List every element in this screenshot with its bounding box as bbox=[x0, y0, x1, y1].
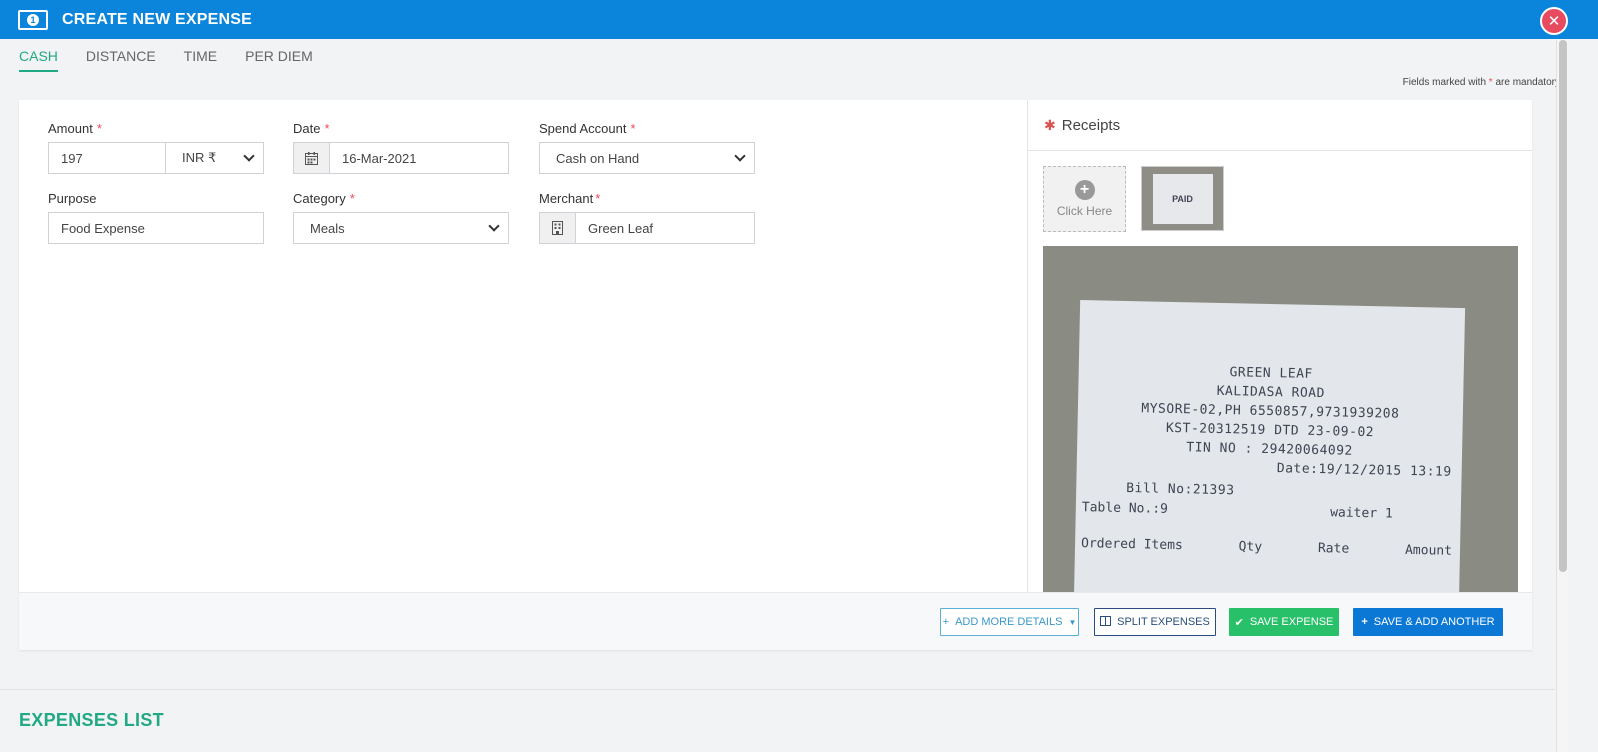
section-divider bbox=[0, 689, 1555, 690]
receipt-thumbnail[interactable]: PAID bbox=[1141, 166, 1224, 231]
mandatory-note: Fields marked with * are mandatory. bbox=[1402, 77, 1562, 88]
upload-receipt-button[interactable]: + Click Here bbox=[1043, 166, 1126, 232]
save-expense-button[interactable]: ✔ SAVE EXPENSE bbox=[1229, 608, 1339, 636]
tab-distance[interactable]: DISTANCE bbox=[86, 48, 156, 72]
tab-time[interactable]: TIME bbox=[184, 48, 217, 72]
chevron-down-icon bbox=[243, 150, 255, 162]
merchant-field: Merchant * Green Leaf bbox=[539, 191, 755, 244]
category-select[interactable]: Meals bbox=[293, 212, 509, 244]
receipts-panel: ✱ Receipts + Click Here PAID GREEN LEAF … bbox=[1027, 100, 1532, 592]
spend-account-select[interactable]: Cash on Hand bbox=[539, 142, 755, 174]
expenses-list-title: EXPENSES LIST bbox=[19, 710, 164, 730]
merchant-input[interactable]: Green Leaf bbox=[539, 212, 755, 244]
caret-down-icon: ▼ bbox=[1068, 617, 1077, 627]
expense-form-card: Amount * 197 INR ₹ Date * 16-Mar-2021 Spen… bbox=[19, 100, 1532, 650]
money-icon: 1 bbox=[18, 9, 48, 30]
save-and-add-another-button[interactable]: + SAVE & ADD ANOTHER bbox=[1353, 608, 1503, 636]
calendar-icon[interactable] bbox=[294, 143, 330, 173]
receipt-preview-image: GREEN LEAF KALIDASA ROAD MYSORE-02,PH 65… bbox=[1043, 246, 1518, 592]
date-field: Date * 16-Mar-2021 bbox=[293, 121, 509, 174]
modal-header: 1 CREATE NEW EXPENSE ✕ bbox=[0, 0, 1598, 39]
expense-type-tabs: CASH DISTANCE TIME PER DIEM bbox=[19, 48, 313, 72]
close-button[interactable]: ✕ bbox=[1540, 7, 1568, 35]
columns-icon bbox=[1100, 615, 1112, 629]
amount-input[interactable]: 197 bbox=[48, 142, 166, 174]
currency-select[interactable]: INR ₹ bbox=[166, 142, 264, 174]
plus-icon: + bbox=[942, 616, 950, 628]
split-expenses-button[interactable]: SPLIT EXPENSES bbox=[1094, 608, 1216, 636]
spend-account-field: Spend Account * Cash on Hand bbox=[539, 121, 755, 174]
chevron-down-icon bbox=[734, 150, 746, 162]
date-input[interactable]: 16-Mar-2021 bbox=[293, 142, 509, 174]
pin-icon: ✱ bbox=[1044, 116, 1056, 133]
plus-icon: + bbox=[1361, 616, 1368, 628]
close-icon: ✕ bbox=[1547, 13, 1561, 30]
chevron-down-icon bbox=[488, 220, 500, 232]
scrollbar-thumb[interactable] bbox=[1559, 40, 1567, 572]
category-field: Category * Meals bbox=[293, 191, 509, 244]
tab-per-diem[interactable]: PER DIEM bbox=[245, 48, 313, 72]
check-icon: ✔ bbox=[1234, 616, 1244, 629]
plus-circle-icon: + bbox=[1074, 180, 1095, 200]
modal-title: CREATE NEW EXPENSE bbox=[62, 10, 252, 28]
purpose-input[interactable]: Food Expense bbox=[48, 212, 264, 244]
receipt-paper: GREEN LEAF KALIDASA ROAD MYSORE-02,PH 65… bbox=[1073, 300, 1466, 592]
tab-cash[interactable]: CASH bbox=[19, 48, 58, 72]
receipts-header: ✱ Receipts bbox=[1028, 100, 1532, 151]
amount-field: Amount * 197 INR ₹ bbox=[48, 121, 264, 174]
building-icon bbox=[540, 213, 576, 243]
form-area: Amount * 197 INR ₹ Date * 16-Mar-2021 Spen… bbox=[19, 100, 1027, 592]
purpose-field: Purpose Food Expense bbox=[48, 191, 264, 244]
form-footer: + ADD MORE DETAILS ▼ SPLIT EXPENSES ✔ SA… bbox=[19, 592, 1532, 650]
page-scrollbar[interactable] bbox=[1556, 40, 1568, 752]
add-more-details-button[interactable]: + ADD MORE DETAILS ▼ bbox=[940, 608, 1079, 636]
